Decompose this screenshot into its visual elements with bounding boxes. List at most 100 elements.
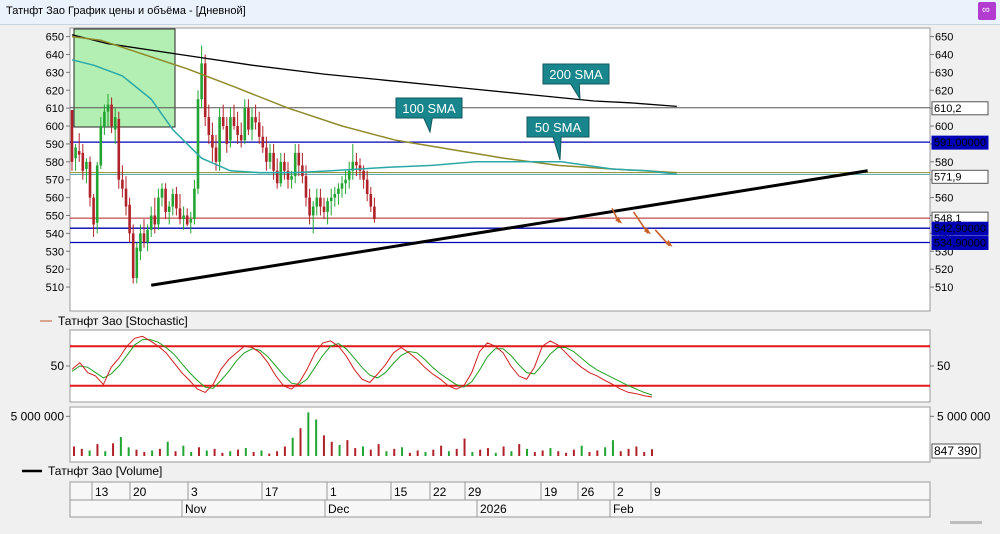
volume-bar: [635, 446, 638, 456]
candle-body: [250, 117, 254, 130]
candle-body: [160, 188, 164, 198]
volume-bar: [619, 451, 622, 456]
candle-body: [149, 215, 153, 230]
window-titlebar: Татнфт Зао График цены и объёма - [Дневн…: [0, 0, 1000, 25]
volume-bar: [424, 452, 427, 456]
stoch-tick-label-right: 50: [937, 359, 951, 373]
y-tick-label-left: 540: [46, 228, 64, 240]
candle-body: [182, 215, 185, 220]
candle-body: [110, 104, 113, 127]
volume-bar: [88, 450, 91, 456]
volume-bar: [315, 419, 318, 456]
volume-bar: [252, 452, 255, 456]
x-tick-label: 2: [617, 485, 624, 499]
x-tick-label: 15: [394, 485, 408, 499]
candle-body: [261, 136, 265, 148]
volume-bar: [346, 440, 349, 456]
volume-bar: [190, 452, 193, 456]
candle-body: [92, 197, 95, 225]
candle-body: [164, 188, 167, 212]
y-tick-label-right: 630: [935, 67, 953, 79]
candle-body: [88, 161, 92, 198]
volume-bar: [276, 451, 279, 456]
x-tick-label: 3: [191, 485, 198, 499]
volume-bar: [158, 448, 161, 456]
candle-body: [308, 197, 311, 216]
volume-bar: [447, 451, 450, 456]
candle-body: [211, 134, 214, 148]
volume-bar: [127, 447, 130, 456]
volume-bar: [393, 448, 396, 456]
volume-bar: [455, 448, 458, 456]
y-tick-label-left: 630: [46, 67, 64, 79]
volume-bar: [244, 448, 247, 456]
y-tick-label-left: 530: [46, 246, 64, 258]
candle-body: [135, 247, 139, 279]
volume-legend: Татнфт Зао [Volume]: [48, 464, 162, 478]
candle-body: [121, 179, 124, 189]
link-icon[interactable]: ∞: [978, 2, 996, 20]
candle-body: [153, 215, 157, 225]
y-tick-label-left: 610: [46, 103, 64, 115]
y-tick-label-left: 520: [46, 264, 64, 276]
candle-body: [196, 99, 200, 189]
callout-sma100: 100 SMA: [402, 101, 456, 116]
badge-sma200: 610,2: [934, 103, 962, 115]
volume-bar: [651, 449, 653, 456]
volume-bar: [611, 440, 614, 456]
candle-body: [142, 233, 146, 243]
volume-bar: [565, 452, 568, 456]
candle-body: [337, 188, 340, 195]
volume-bar: [533, 452, 536, 456]
callout-sma200: 200 SMA: [549, 67, 603, 82]
volume-bar: [307, 412, 310, 456]
y-tick-label-left: 600: [46, 121, 64, 133]
volume-bar: [479, 449, 482, 456]
volume-bar: [463, 438, 466, 456]
volume-bar: [299, 428, 302, 456]
callout-sma50: 50 SMA: [535, 120, 582, 135]
candle-body: [358, 165, 362, 171]
volume-bar: [322, 435, 325, 456]
candle-body: [326, 201, 329, 212]
y-tick-label-right: 600: [935, 121, 953, 133]
volume-bar: [377, 444, 380, 456]
volume-bar: [362, 446, 364, 456]
y-tick-label-right: 620: [935, 85, 953, 97]
candle-body: [229, 117, 232, 141]
volume-bar: [557, 451, 560, 456]
scroll-handle[interactable]: [950, 521, 982, 524]
volume-bar: [283, 446, 286, 456]
candle-body: [272, 152, 275, 171]
candle-body: [128, 204, 131, 234]
badge-current: 571,9: [934, 171, 962, 183]
candle-body: [239, 134, 243, 141]
candle-body: [301, 165, 304, 177]
volume-bar: [104, 451, 107, 456]
candle-body: [243, 108, 247, 141]
x-tick-label: 1: [330, 485, 337, 499]
y-tick-label-left: 510: [46, 282, 64, 294]
candle-body: [373, 206, 376, 220]
candle-body: [297, 152, 301, 166]
candle-body: [203, 63, 207, 118]
price-volume-chart: 5105105205205305305405405505505605605705…: [11, 27, 991, 524]
vol-tick-label-left: 5 000 000: [11, 409, 65, 423]
badge-543: 542,90000: [934, 223, 986, 235]
x-tick-label: 13: [95, 485, 109, 499]
volume-bar: [80, 448, 83, 456]
volume-badge: 847 390: [934, 444, 978, 458]
volume-bar: [627, 448, 630, 456]
volume-bar: [471, 452, 474, 456]
candle-body: [99, 126, 103, 166]
candle-body: [355, 161, 358, 166]
y-tick-label-left: 620: [46, 85, 64, 97]
volume-bar: [502, 446, 505, 456]
candle-body: [171, 194, 175, 207]
volume-bar: [205, 450, 208, 456]
volume-bar: [432, 449, 435, 456]
candle-body: [322, 206, 326, 212]
candle-body: [290, 176, 293, 180]
x-tick-label: 22: [433, 485, 447, 499]
candle-body: [265, 147, 268, 162]
